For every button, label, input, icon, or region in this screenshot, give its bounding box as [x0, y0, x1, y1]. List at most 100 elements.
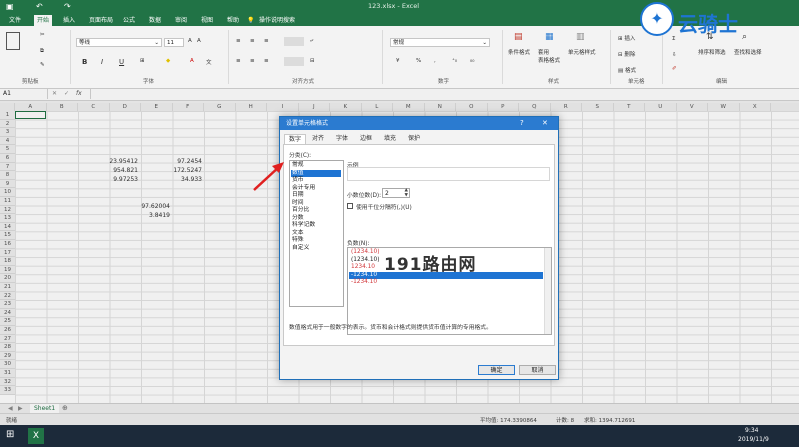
- row-header[interactable]: 17: [0, 248, 15, 258]
- column-header[interactable]: T: [614, 103, 645, 111]
- category-list[interactable]: 常规 数值 货币 会计专用 日期 时间 百分比 分数 科学记数 文本 特殊 自定义: [289, 160, 344, 307]
- row-header[interactable]: 11: [0, 197, 15, 206]
- paste-icon[interactable]: [6, 32, 20, 50]
- indent-icon[interactable]: [284, 57, 304, 66]
- column-header[interactable]: C: [78, 103, 110, 111]
- negative-format-option[interactable]: -1234.10: [349, 279, 543, 287]
- align-middle-icon[interactable]: ≡: [250, 38, 255, 44]
- cut-icon[interactable]: ✂: [40, 32, 45, 38]
- category-item[interactable]: 数值: [291, 169, 341, 177]
- column-header[interactable]: M: [393, 103, 425, 111]
- grow-font-icon[interactable]: A: [188, 38, 192, 44]
- category-item[interactable]: 时间: [291, 200, 341, 208]
- row-header[interactable]: 26: [0, 326, 15, 335]
- tab-border[interactable]: 边框: [356, 134, 376, 144]
- tab-home[interactable]: 开始: [34, 15, 53, 26]
- tab-page-layout[interactable]: 页面布局: [86, 15, 116, 26]
- close-button[interactable]: ✕: [542, 117, 548, 130]
- select-all-corner[interactable]: [0, 103, 15, 111]
- tab-fill[interactable]: 填充: [380, 134, 400, 144]
- undo-icon[interactable]: ↶: [36, 2, 43, 11]
- row-header[interactable]: 25: [0, 317, 15, 326]
- clear-icon[interactable]: ✐: [672, 66, 677, 72]
- active-cell[interactable]: [15, 111, 46, 119]
- column-header[interactable]: H: [236, 103, 267, 111]
- prev-sheet-icon[interactable]: ◀: [8, 405, 13, 412]
- column-header[interactable]: X: [740, 103, 771, 111]
- category-item[interactable]: 自定义: [291, 245, 341, 253]
- tab-protection[interactable]: 保护: [404, 134, 424, 144]
- cell-value[interactable]: 954.821: [78, 167, 138, 174]
- font-size-select[interactable]: 11: [164, 38, 184, 47]
- currency-icon[interactable]: ¥: [396, 58, 400, 64]
- excel-app-icon[interactable]: X: [28, 428, 44, 444]
- format-table-button[interactable]: 套用 表格格式: [538, 48, 560, 64]
- format-cells-button[interactable]: ▤ 格式: [618, 66, 636, 74]
- wrap-text-icon[interactable]: ⤶: [310, 38, 313, 45]
- fx-icon[interactable]: fx: [76, 90, 82, 97]
- spinner-icon[interactable]: ▲ ▼: [405, 188, 408, 198]
- bold-button[interactable]: B: [82, 58, 87, 66]
- row-header[interactable]: 30: [0, 360, 15, 369]
- category-item[interactable]: 货币: [291, 177, 341, 185]
- sort-filter-button[interactable]: 排序和筛选: [698, 48, 726, 56]
- row-header[interactable]: 5: [0, 145, 15, 154]
- tab-file[interactable]: 文件: [6, 15, 24, 26]
- row-header[interactable]: 21: [0, 283, 15, 292]
- font-name-select[interactable]: 等线 ⌄: [76, 38, 162, 47]
- row-header[interactable]: 20: [0, 274, 15, 283]
- save-icon[interactable]: ▣: [6, 2, 14, 11]
- column-header[interactable]: D: [110, 103, 141, 111]
- copy-icon[interactable]: ⧉: [40, 48, 44, 55]
- cell-value[interactable]: 3.8419: [110, 212, 170, 219]
- row-header[interactable]: 1: [0, 111, 15, 120]
- align-center-icon[interactable]: ≡: [250, 58, 255, 64]
- row-header[interactable]: 8: [0, 171, 15, 180]
- category-item[interactable]: 分数: [291, 215, 341, 223]
- tell-me-search[interactable]: 操作说明搜索: [256, 15, 298, 26]
- row-header[interactable]: 28: [0, 343, 15, 352]
- category-item[interactable]: 日期: [291, 192, 341, 200]
- tab-insert[interactable]: 插入: [60, 15, 78, 26]
- underline-button[interactable]: U: [119, 58, 124, 66]
- tab-formulas[interactable]: 公式: [120, 15, 138, 26]
- category-item[interactable]: 文本: [291, 230, 341, 238]
- tab-font[interactable]: 字体: [332, 134, 352, 144]
- font-color-icon[interactable]: A: [190, 58, 194, 64]
- delete-cells-button[interactable]: ⊟ 删除: [618, 50, 635, 58]
- number-format-select[interactable]: 常规 ⌄: [390, 38, 490, 47]
- row-header[interactable]: 16: [0, 240, 15, 249]
- column-header[interactable]: G: [204, 103, 236, 111]
- align-bottom-icon[interactable]: ≡: [264, 38, 269, 44]
- format-painter-icon[interactable]: ✎: [40, 62, 45, 68]
- windows-start-icon[interactable]: ⊞: [6, 429, 14, 440]
- row-header[interactable]: 15: [0, 231, 15, 240]
- row-header[interactable]: 27: [0, 334, 15, 344]
- enter-formula-icon[interactable]: ✓: [64, 90, 69, 97]
- row-header[interactable]: 22: [0, 291, 15, 301]
- cancel-formula-icon[interactable]: ✕: [52, 90, 57, 97]
- cell-styles-icon[interactable]: ▥: [576, 32, 585, 42]
- row-header[interactable]: 2: [0, 119, 15, 129]
- tab-view[interactable]: 视图: [198, 15, 216, 26]
- row-header[interactable]: 3: [0, 128, 15, 137]
- thousands-separator-checkbox[interactable]: [347, 203, 353, 209]
- row-header[interactable]: 7: [0, 162, 15, 172]
- column-header[interactable]: Q: [519, 103, 551, 111]
- tab-alignment[interactable]: 对齐: [308, 134, 328, 144]
- row-header[interactable]: 19: [0, 265, 15, 275]
- format-table-icon[interactable]: ▦: [545, 32, 554, 42]
- column-header[interactable]: B: [47, 103, 78, 111]
- row-header[interactable]: 9: [0, 179, 15, 189]
- tab-help[interactable]: 帮助: [224, 15, 242, 26]
- shrink-font-icon[interactable]: A: [197, 38, 201, 44]
- column-header[interactable]: P: [488, 103, 519, 111]
- row-header[interactable]: 23: [0, 300, 15, 309]
- row-header[interactable]: 10: [0, 188, 15, 197]
- find-select-button[interactable]: 查找和选择: [734, 48, 762, 56]
- cell-value[interactable]: 9.97253: [78, 176, 138, 183]
- column-header[interactable]: K: [330, 103, 362, 111]
- conditional-format-button[interactable]: 条件格式: [508, 48, 530, 56]
- column-header[interactable]: J: [299, 103, 330, 111]
- phonetic-icon[interactable]: 文: [206, 58, 212, 66]
